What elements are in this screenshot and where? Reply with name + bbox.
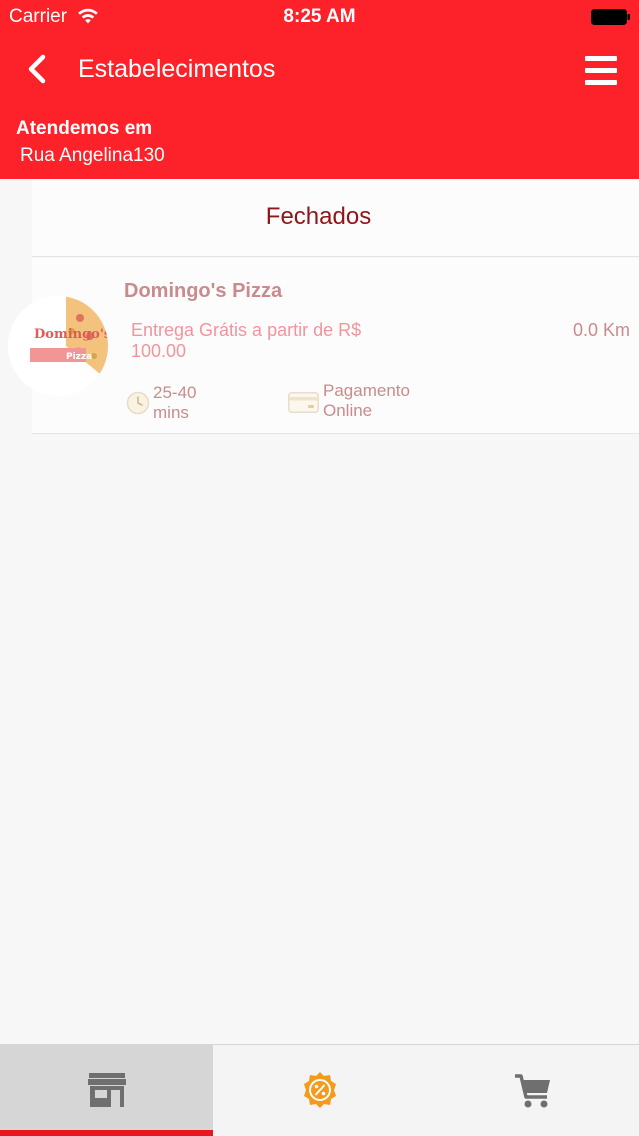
logo-wordmark: Domingo's (34, 327, 108, 342)
store-distance: 0.0 Km (572, 320, 630, 340)
cart-icon (514, 1074, 550, 1108)
delivery-address[interactable]: Rua Angelina130 (20, 145, 165, 167)
store-icon (87, 1073, 126, 1107)
header: Carrier 8:25 AM Estabelecimentos Atendem… (0, 0, 639, 179)
delivery-time: 25-40 mins (153, 383, 197, 422)
battery-icon (591, 9, 630, 25)
page-title: Estabelecimentos (78, 55, 276, 83)
tab-cart[interactable] (426, 1045, 639, 1136)
hamburger-menu-icon[interactable] (585, 56, 617, 86)
status-time: 8:25 AM (283, 6, 356, 27)
section-title: Fechados (265, 203, 372, 230)
credit-card-icon (288, 392, 319, 413)
store-logo: Domingo's Pizza (8, 296, 108, 396)
tab-stores[interactable] (0, 1045, 213, 1136)
clock-icon (126, 391, 150, 415)
section-header: Fechados (32, 179, 639, 257)
logo-sub-wordmark: Pizza (66, 352, 92, 362)
delivery-info: Entrega Grátis a partir de R$ 100.00 (131, 320, 362, 361)
pizza-logo-image: Domingo's Pizza (8, 296, 108, 396)
chevron-left-icon[interactable] (24, 54, 50, 84)
store-name: Domingo's Pizza (124, 280, 283, 302)
store-list-item[interactable]: Domingo's Pizza Domingo's Pizza Entrega … (8, 258, 639, 434)
status-bar: Carrier 8:25 AM (0, 0, 639, 34)
tab-bar (0, 1044, 639, 1136)
delivery-area-label: Atendemos em (16, 118, 153, 139)
payment-method: Pagamento Online (323, 381, 410, 420)
tab-promotions[interactable] (213, 1045, 426, 1136)
store-list: Fechados Domingo's Pizza Domingo's Pizza… (0, 179, 639, 1044)
tab-active-indicator (0, 1130, 213, 1136)
discount-badge-icon (303, 1072, 336, 1108)
